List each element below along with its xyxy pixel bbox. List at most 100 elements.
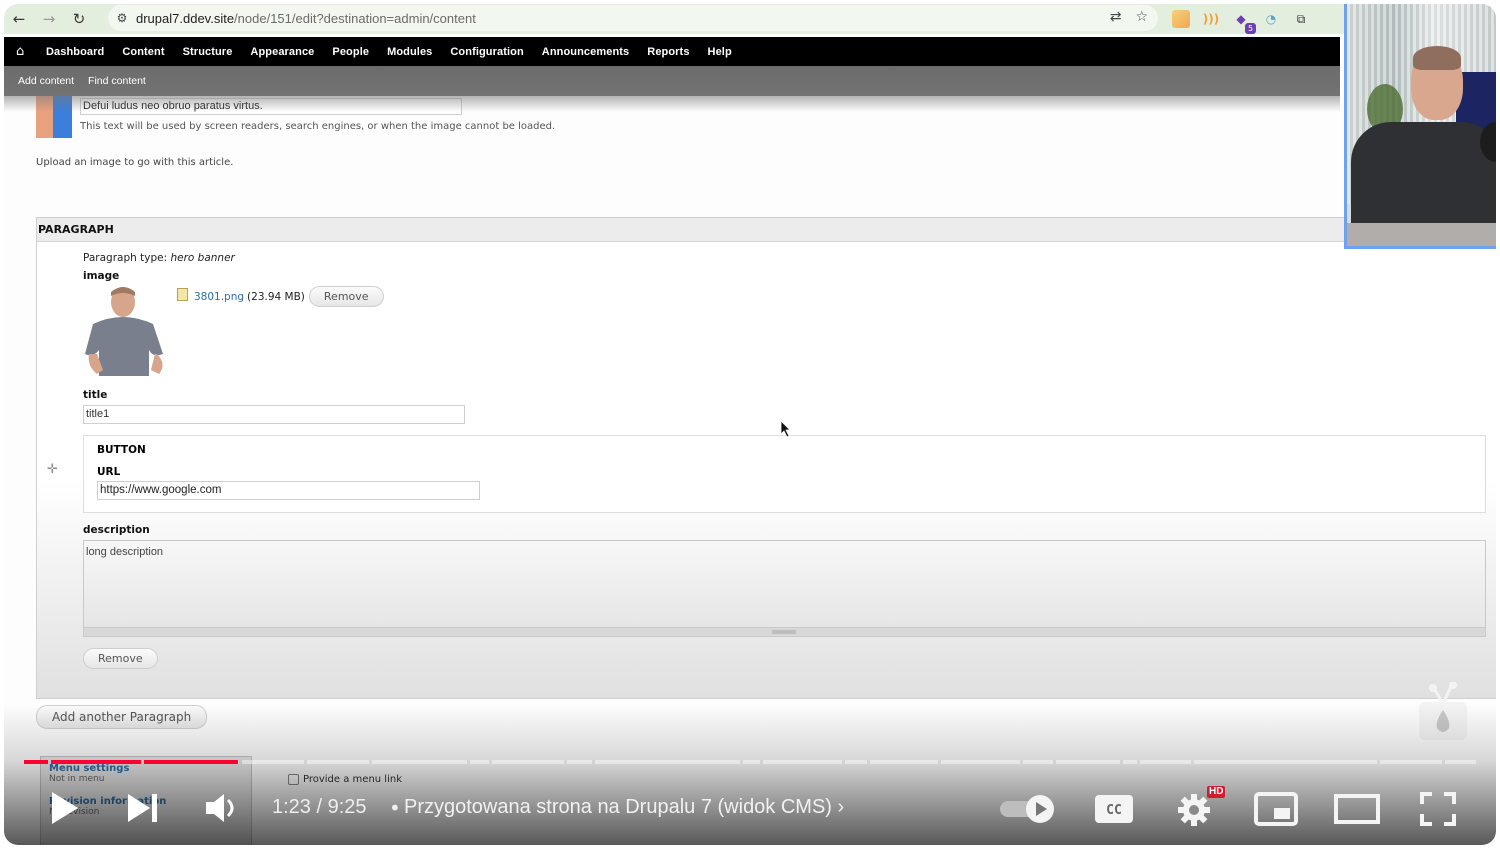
alt-text-input[interactable]: Defui ludus neo obruo paratus virtus. [80,98,462,115]
fullscreen-icon[interactable] [1418,790,1458,828]
chapter-segment[interactable] [1023,760,1054,764]
video-frame[interactable]: ← → ↻ ⚙ drupal7.ddev.site/node/151/edit?… [4,4,1496,845]
chapter-segment[interactable] [241,760,305,764]
mouse-cursor-icon [780,420,791,438]
paragraph-type-label: Paragraph type: [83,252,168,264]
chapter-segment-played [144,760,238,764]
url-label: URL [97,466,121,478]
chapter-segment[interactable] [1444,760,1476,764]
translate-icon[interactable]: ⇄ [1110,9,1122,25]
progress-bar[interactable] [24,760,1479,764]
remove-paragraph-button[interactable]: Remove [83,648,158,669]
play-icon[interactable] [48,790,80,826]
title-input[interactable]: title1 [83,405,465,424]
paragraph-type-value: hero banner [170,252,235,264]
shortcut-find-content[interactable]: Find content [88,75,146,87]
chapter-segment[interactable] [307,760,369,764]
chapter-segment[interactable] [1194,760,1378,764]
webcam-overlay [1344,4,1496,249]
description-textarea[interactable]: long description [83,540,1486,628]
separator-dot: • [389,796,401,820]
url-input[interactable]: https://www.google.com [97,481,480,500]
image-label: image [83,270,120,282]
duration: 9:25 [327,796,367,818]
extensions-puzzle-icon[interactable]: ⧉ [1292,10,1310,28]
file-icon [177,288,188,301]
chapter-segment[interactable] [1056,760,1121,764]
reload-icon[interactable]: ↻ [64,10,94,28]
add-another-paragraph-button[interactable]: Add another Paragraph [36,705,208,729]
menu-help[interactable]: Help [708,46,732,58]
upload-help-text: Upload an image to go with this article. [36,157,234,168]
url-text: drupal7.ddev.site/node/151/edit?destinat… [136,11,476,26]
node-edit-form: Defui ludus neo obruo paratus virtus. Th… [4,96,1496,845]
back-icon[interactable]: ← [4,10,34,28]
paragraph-fieldset: PARAGRAPH Paragraph type: hero banner im… [36,217,1496,699]
menu-content[interactable]: Content [122,46,164,58]
admin-menu: ⌂ Dashboard Content Structure Appearance… [4,37,1340,66]
menu-modules[interactable]: Modules [387,46,432,58]
chapter-segment[interactable] [742,760,761,764]
menu-appearance[interactable]: Appearance [250,46,314,58]
menu-reports[interactable]: Reports [647,46,689,58]
ext-badge: 5 [1245,23,1256,34]
current-time: 1:23 [272,796,311,818]
remove-file-button[interactable]: Remove [308,286,384,307]
chapter-segment[interactable] [1139,760,1192,764]
chapter-segment[interactable] [492,760,565,764]
textarea-resize-grip[interactable] [83,628,1486,637]
menu-structure[interactable]: Structure [183,46,233,58]
chapter-segment[interactable] [1380,760,1442,764]
url-host: drupal7.ddev.site [136,10,235,26]
menu-people[interactable]: People [332,46,369,58]
hd-badge: HD [1207,786,1226,798]
menu-announcements[interactable]: Announcements [542,46,629,58]
chapter-segment[interactable] [371,760,468,764]
ext-yellow-icon[interactable] [1172,10,1190,28]
drupal-tv-icon[interactable] [1417,682,1469,742]
shortcut-add-content[interactable]: Add content [18,75,74,87]
title-label: title [83,389,108,401]
chapter-segment[interactable] [763,760,843,764]
shortcuts-bar: Add content Find content [4,66,1340,96]
url-path: /node/151/edit?destination=admin/content [234,10,476,26]
ext-gauge-icon[interactable]: ◔ [1262,10,1280,28]
time-display: 1:23 / 9:25 [272,796,367,819]
chapter-segment[interactable] [941,760,1021,764]
site-info-icon[interactable]: ⚙ [108,11,136,25]
browser-toolbar: ← → ↻ ⚙ drupal7.ddev.site/node/151/edit?… [4,4,1344,34]
drag-handle-icon[interactable]: ✛ [47,462,58,477]
autoplay-toggle[interactable] [998,794,1058,824]
chapter-segment-played [51,760,142,764]
chapter-segment[interactable] [567,760,592,764]
image-thumbnail [36,96,72,138]
home-icon[interactable]: ⌂ [16,44,46,59]
chapter-segment-played [24,760,49,764]
volume-icon[interactable] [204,792,240,824]
chapter-segment[interactable] [594,760,740,764]
file-size: (23.94 MB) [247,290,305,303]
file-link[interactable]: 3801.png [194,291,244,303]
extensions-bar: ))) ◆ 5 ◔ ⧉ [1172,10,1310,34]
button-heading: BUTTON [97,444,146,456]
chapter-segment[interactable] [845,760,867,764]
chapter-title[interactable]: Przygotowana strona na Drupalu 7 (widok … [404,796,844,819]
hero-image-preview [85,287,163,376]
bookmark-star-icon[interactable]: ☆ [1135,9,1148,25]
next-icon[interactable] [126,792,160,824]
ext-rss-icon[interactable]: ))) [1202,10,1220,28]
chapter-segment[interactable] [869,760,939,764]
chapter-segment[interactable] [470,760,490,764]
chapter-segment[interactable] [1123,760,1137,764]
theater-mode-icon[interactable] [1334,792,1380,826]
alt-help-text: This text will be used by screen readers… [80,121,556,132]
captions-icon[interactable]: CC [1094,794,1134,824]
menu-dashboard[interactable]: Dashboard [46,46,104,58]
menu-configuration[interactable]: Configuration [450,46,523,58]
miniplayer-icon[interactable] [1254,792,1298,826]
description-label: description [83,524,150,536]
address-bar[interactable]: ⚙ drupal7.ddev.site/node/151/edit?destin… [108,5,1158,31]
forward-icon[interactable]: → [34,10,64,28]
svg-text:CC: CC [1106,803,1122,818]
ext-purple-icon[interactable]: ◆ 5 [1232,10,1256,34]
